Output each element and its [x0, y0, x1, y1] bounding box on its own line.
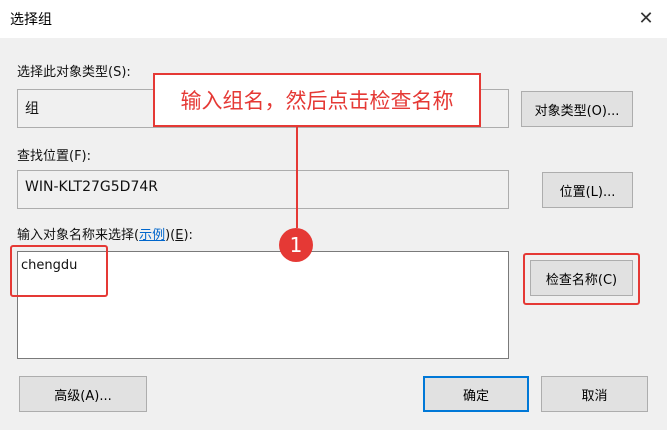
- locations-button-label: 位置(L)...: [559, 184, 616, 200]
- cancel-button[interactable]: 取消: [541, 376, 648, 412]
- close-icon: ✕: [638, 7, 654, 29]
- object-type-label: 选择此对象类型(S):: [17, 65, 131, 80]
- location-label: 查找位置(F):: [17, 149, 92, 164]
- close-button[interactable]: ✕: [631, 4, 661, 32]
- object-types-button-label: 对象类型(O)...: [534, 103, 620, 119]
- ok-button-label: 确定: [462, 388, 489, 404]
- ok-button[interactable]: 确定: [423, 376, 529, 412]
- object-type-value: 组: [25, 101, 39, 117]
- dialog-title: 选择组: [10, 12, 52, 28]
- advanced-button[interactable]: 高级(A)...: [19, 376, 147, 412]
- locations-button[interactable]: 位置(L)...: [542, 172, 633, 208]
- object-types-button[interactable]: 对象类型(O)...: [521, 91, 633, 127]
- location-value: WIN-KLT27G5D74R: [25, 179, 158, 195]
- examples-link[interactable]: 示例: [139, 228, 165, 243]
- annotation-box-names: [10, 245, 108, 297]
- annotation-box-check-names: [523, 253, 640, 305]
- annotation-step-badge: 1: [279, 228, 313, 262]
- advanced-button-label: 高级(A)...: [54, 388, 112, 404]
- cancel-button-label: 取消: [581, 388, 608, 404]
- object-names-label: 输入对象名称来选择(示例)(E):: [17, 228, 193, 243]
- title-bar: 选择组 ✕: [0, 0, 667, 38]
- location-field: WIN-KLT27G5D74R: [17, 170, 509, 209]
- annotation-callout: 输入组名，然后点击检查名称: [153, 73, 481, 127]
- annotation-connector: [296, 126, 298, 228]
